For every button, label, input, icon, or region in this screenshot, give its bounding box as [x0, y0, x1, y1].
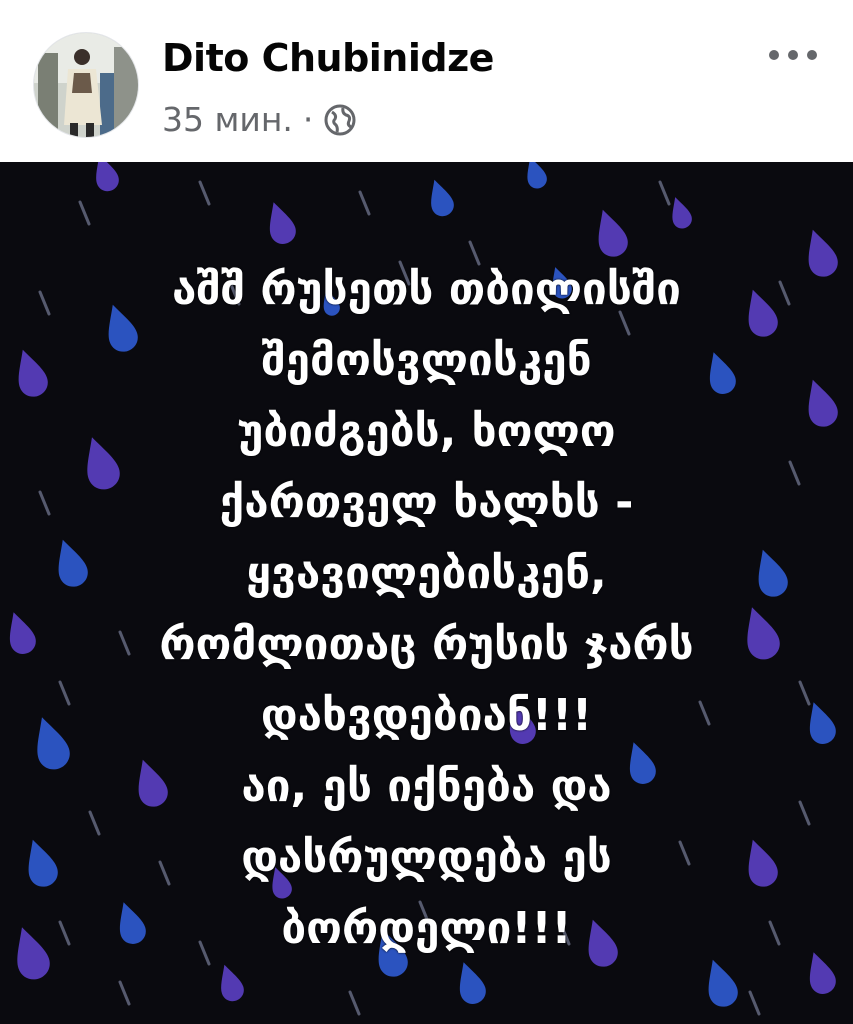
raindrop-shape [88, 162, 122, 195]
rain-streak [748, 990, 761, 1016]
avatar-photo [34, 33, 138, 137]
author-name[interactable]: Dito Chubinidze [162, 36, 494, 80]
post-image[interactable]: აშშ რუსეთს თბილისში შემოსვლისკენ უბიძგებ… [0, 162, 853, 1024]
post-image-text: აშშ რუსეთს თბილისში შემოსვლისკენ უბიძგებ… [159, 264, 694, 954]
rain-streak [78, 200, 91, 226]
raindrop-shape [666, 194, 695, 231]
raindrop-shape [213, 961, 247, 1005]
raindrop-shape [423, 176, 457, 220]
raindrop-shape [589, 205, 632, 261]
rain-streak [118, 980, 131, 1006]
globe-icon[interactable] [323, 103, 357, 137]
rain-streak [658, 180, 671, 206]
raindrop-shape [1, 608, 40, 658]
raindrop-shape [521, 162, 550, 191]
post-timestamp[interactable]: 35 мин. [162, 100, 293, 139]
post-meta: 35 мин. · [162, 100, 357, 139]
rain-streak [198, 180, 211, 206]
rain-streak [358, 190, 371, 216]
more-options-icon[interactable] [769, 40, 817, 70]
raindrop-shape [261, 198, 300, 248]
post-header: Dito Chubinidze 35 мин. · [0, 0, 853, 162]
rain-streak [348, 990, 361, 1016]
avatar[interactable] [34, 33, 138, 137]
meta-separator: · [302, 100, 314, 139]
raindrop-shape [451, 958, 490, 1008]
